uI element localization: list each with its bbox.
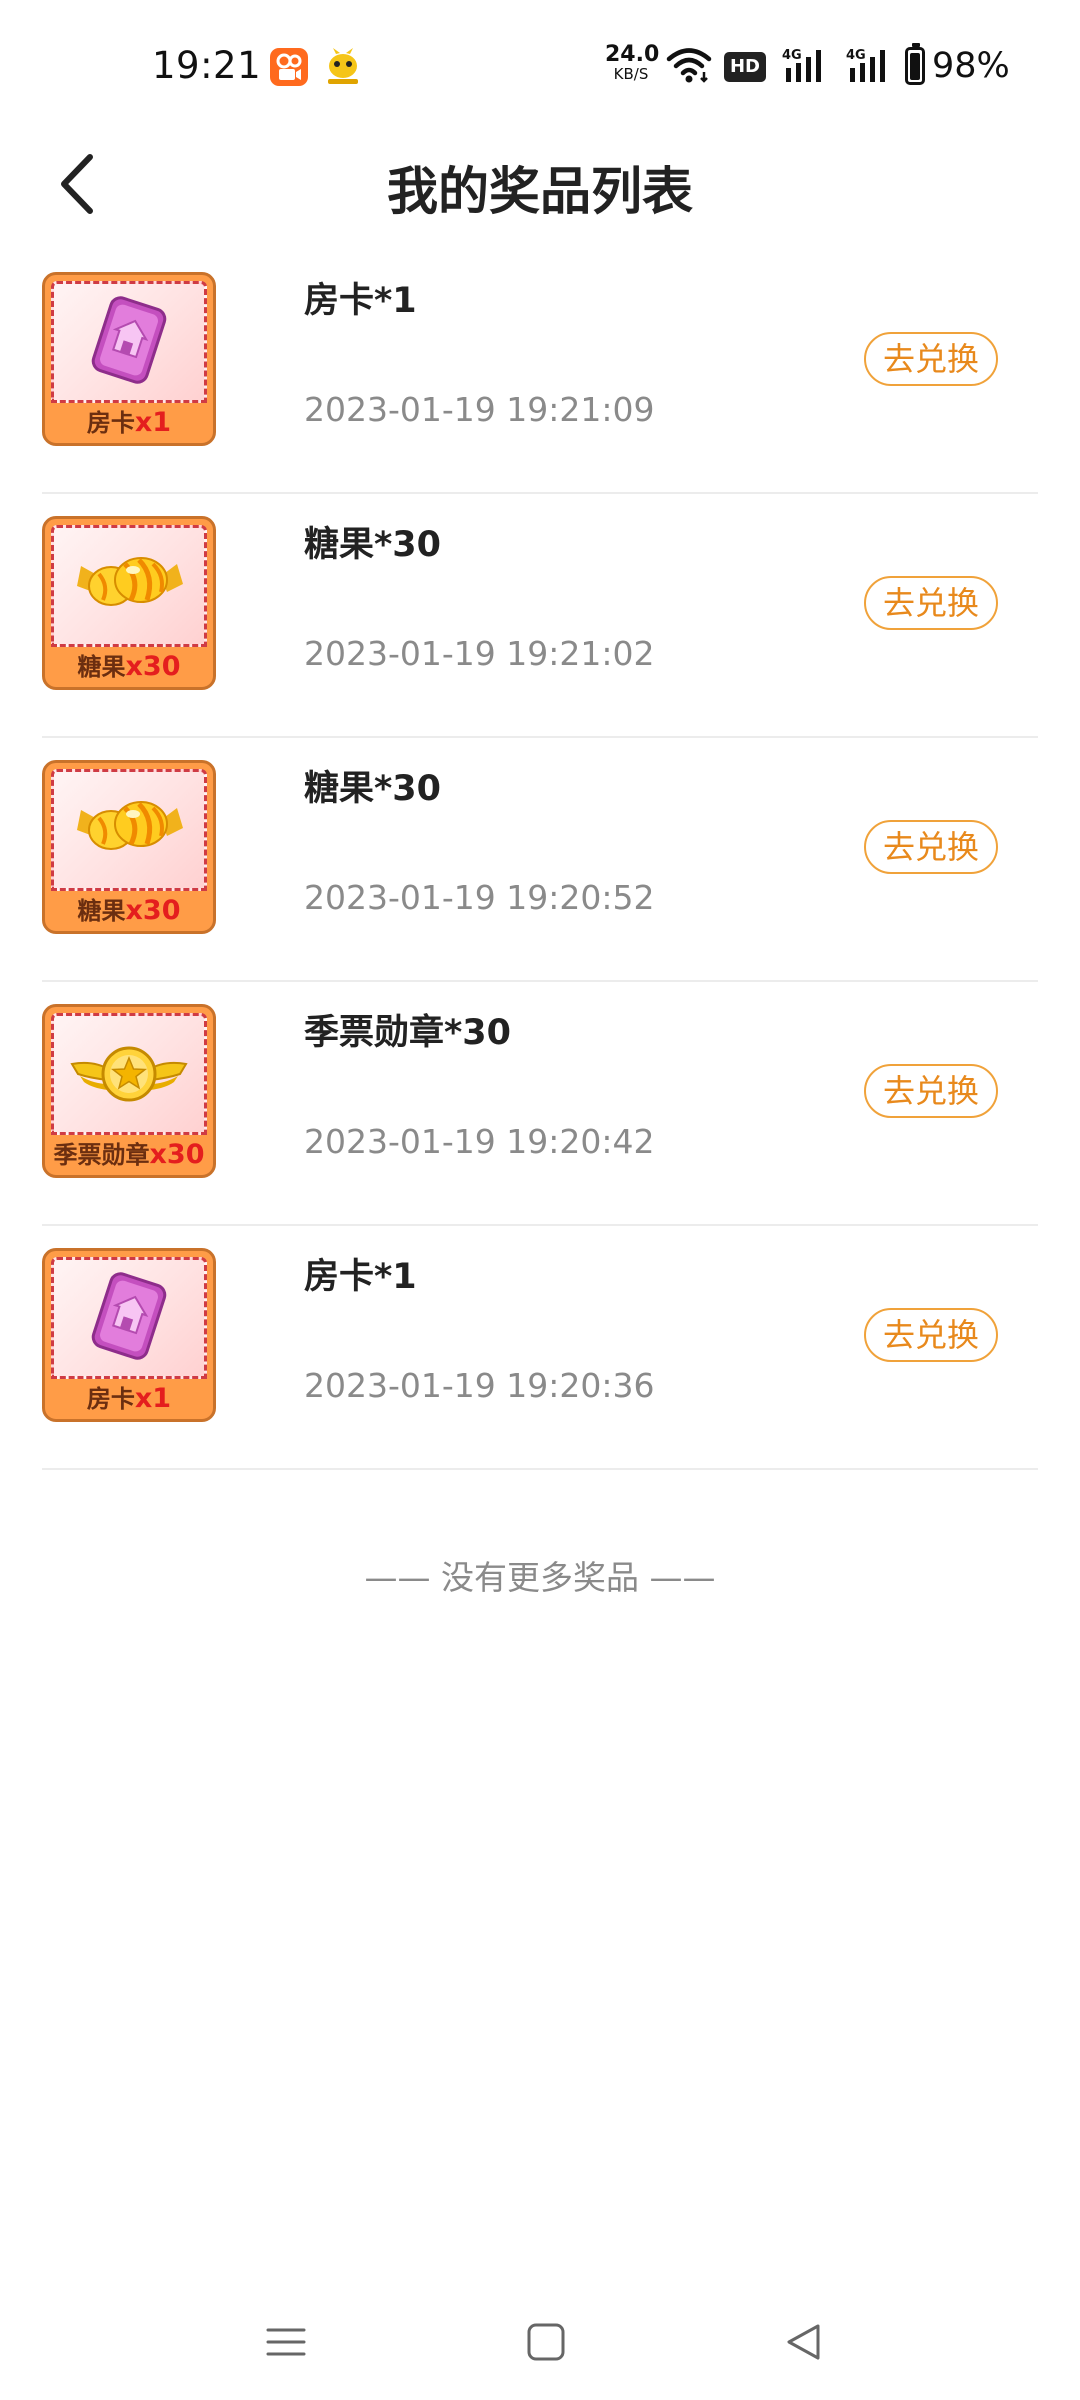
prize-timestamp: 2023-01-19 19:20:42 [304,1122,655,1161]
prize-thumbnail: 糖果x30 [42,516,216,690]
prize-thumbnail-label: 糖果x30 [77,895,181,926]
signal-4g-icon-2: 4G [846,46,896,90]
prize-name: 糖果*30 [304,525,442,565]
kuaishou-app-icon [270,48,308,86]
prize-list-item: 房卡x1 房卡*1 2023-01-19 19:20:36 去兑换 [42,1226,1038,1470]
svg-text:4G: 4G [782,48,802,63]
candy-icon [69,534,189,638]
prize-thumbnail-label: 糖果x30 [77,651,181,682]
redeem-button[interactable]: 去兑换 [864,332,998,386]
prize-list-item: 糖果x30 糖果*30 2023-01-19 19:20:52 去兑换 [42,738,1038,982]
prize-thumbnail-label: 季票勋章x30 [53,1139,205,1170]
prize-thumbnail: 房卡x1 [42,272,216,446]
svg-text:4G: 4G [846,48,866,63]
prize-thumbnail: 房卡x1 [42,1248,216,1422]
room-card-icon [79,1266,179,1370]
no-more-prizes-text: —— 没有更多奖品 —— [364,1558,716,1597]
signal-4g-icon: 4G [782,46,832,90]
prize-name: 糖果*30 [304,769,442,809]
prize-thumbnail: 糖果x30 [42,760,216,934]
nav-back-button[interactable] [784,2322,824,2366]
room-card-icon [79,290,179,394]
system-nav-bar [0,2300,1080,2400]
prize-name: 房卡*1 [304,1257,417,1297]
wifi-icon [666,46,712,88]
redeem-button[interactable]: 去兑换 [864,1308,998,1362]
battery-percent: 98% [932,46,1010,86]
battery-icon [905,43,925,85]
prize-timestamp: 2023-01-19 19:21:02 [304,634,655,673]
home-square-icon [527,2323,565,2361]
redeem-button[interactable]: 去兑换 [864,576,998,630]
prize-thumbnail-label: 房卡x1 [86,1383,172,1414]
status-time: 19:21 [152,44,262,87]
prize-list-item: 季票勋章x30 季票勋章*30 2023-01-19 19:20:42 去兑换 [42,982,1038,1226]
menu-icon [266,2328,306,2356]
prize-timestamp: 2023-01-19 19:20:36 [304,1366,655,1405]
network-speed: 24.0 KB/S [605,42,660,83]
candy-icon [69,778,189,882]
prize-timestamp: 2023-01-19 19:21:09 [304,390,655,429]
prize-list-item: 房卡x1 房卡*1 2023-01-19 19:21:09 去兑换 [42,250,1038,494]
prize-thumbnail: 季票勋章x30 [42,1004,216,1178]
prize-timestamp: 2023-01-19 19:20:52 [304,878,655,917]
redeem-button[interactable]: 去兑换 [864,1064,998,1118]
status-bar: 19:21 24.0 KB/S HD 4G 4G 98% [0,0,1080,130]
nav-home-button[interactable] [526,2322,566,2366]
prize-list-item: 糖果x30 糖果*30 2023-01-19 19:21:02 去兑换 [42,494,1038,738]
nav-menu-button[interactable] [266,2322,306,2366]
prize-thumbnail-label: 房卡x1 [86,407,172,438]
prize-name: 房卡*1 [304,281,417,321]
game-app-icon [322,46,364,88]
hd-voice-icon: HD [724,52,766,82]
back-triangle-icon [787,2324,820,2360]
prize-list: 房卡x1 房卡*1 2023-01-19 19:21:09 去兑换 糖果x30 … [42,250,1038,1470]
header: 我的奖品列表 [0,130,1080,250]
prize-name: 季票勋章*30 [304,1013,512,1053]
page-title: 我的奖品列表 [386,163,693,222]
redeem-button[interactable]: 去兑换 [864,820,998,874]
winged-star-medal-icon [64,1022,194,1126]
